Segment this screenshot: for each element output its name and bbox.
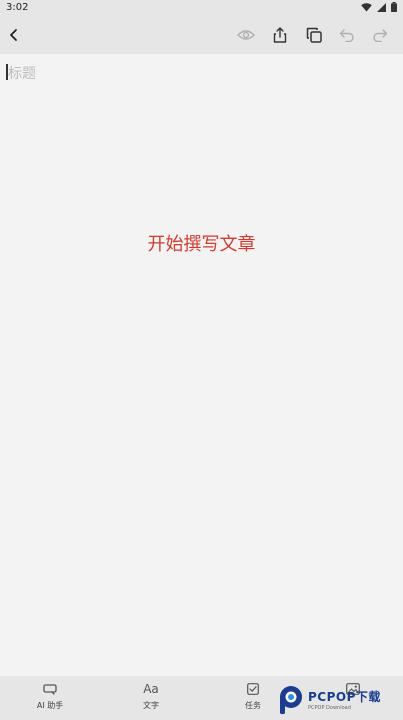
preview-button[interactable] <box>234 23 258 47</box>
ai-assistant-icon <box>43 680 57 698</box>
title-input[interactable]: 标题 <box>8 63 36 83</box>
text-format-icon: Aa <box>143 682 159 696</box>
editor-toolbar <box>0 16 403 54</box>
battery-icon <box>391 2 397 12</box>
undo-button[interactable] <box>335 23 359 47</box>
watermark-title: PCPOP下载 <box>308 690 381 704</box>
status-bar: 3:02 <box>0 0 403 16</box>
text-label: 文字 <box>143 701 159 710</box>
status-icons <box>361 2 397 12</box>
pcpop-logo-icon <box>280 685 302 714</box>
share-icon <box>273 27 287 43</box>
back-button[interactable] <box>2 23 26 47</box>
ai-assistant-label: AI 助手 <box>36 701 64 710</box>
signal-icon <box>377 2 386 12</box>
status-time: 3:02 <box>6 2 29 13</box>
redo-icon <box>373 29 388 42</box>
task-tab[interactable]: 任务 <box>223 680 283 711</box>
task-label: 任务 <box>245 701 261 710</box>
share-button[interactable] <box>268 23 292 47</box>
ai-assistant-tab[interactable]: AI 助手 <box>20 680 80 711</box>
empty-prompt: 开始撰写文章 <box>147 234 256 255</box>
copy-icon <box>306 27 322 43</box>
back-icon <box>10 29 17 41</box>
undo-icon <box>339 29 354 42</box>
copy-button[interactable] <box>302 23 326 47</box>
editor-area[interactable]: 标题 开始撰写文章 <box>0 54 403 676</box>
task-checkbox-icon <box>247 680 259 698</box>
redo-button[interactable] <box>368 23 392 47</box>
eye-icon <box>237 30 255 40</box>
wifi-icon <box>361 2 372 12</box>
watermark-subtitle: PCPOP Download <box>308 705 351 711</box>
watermark: PCPOP下载 PCPOP Download <box>278 681 403 718</box>
text-tab[interactable]: Aa 文字 <box>121 680 181 711</box>
